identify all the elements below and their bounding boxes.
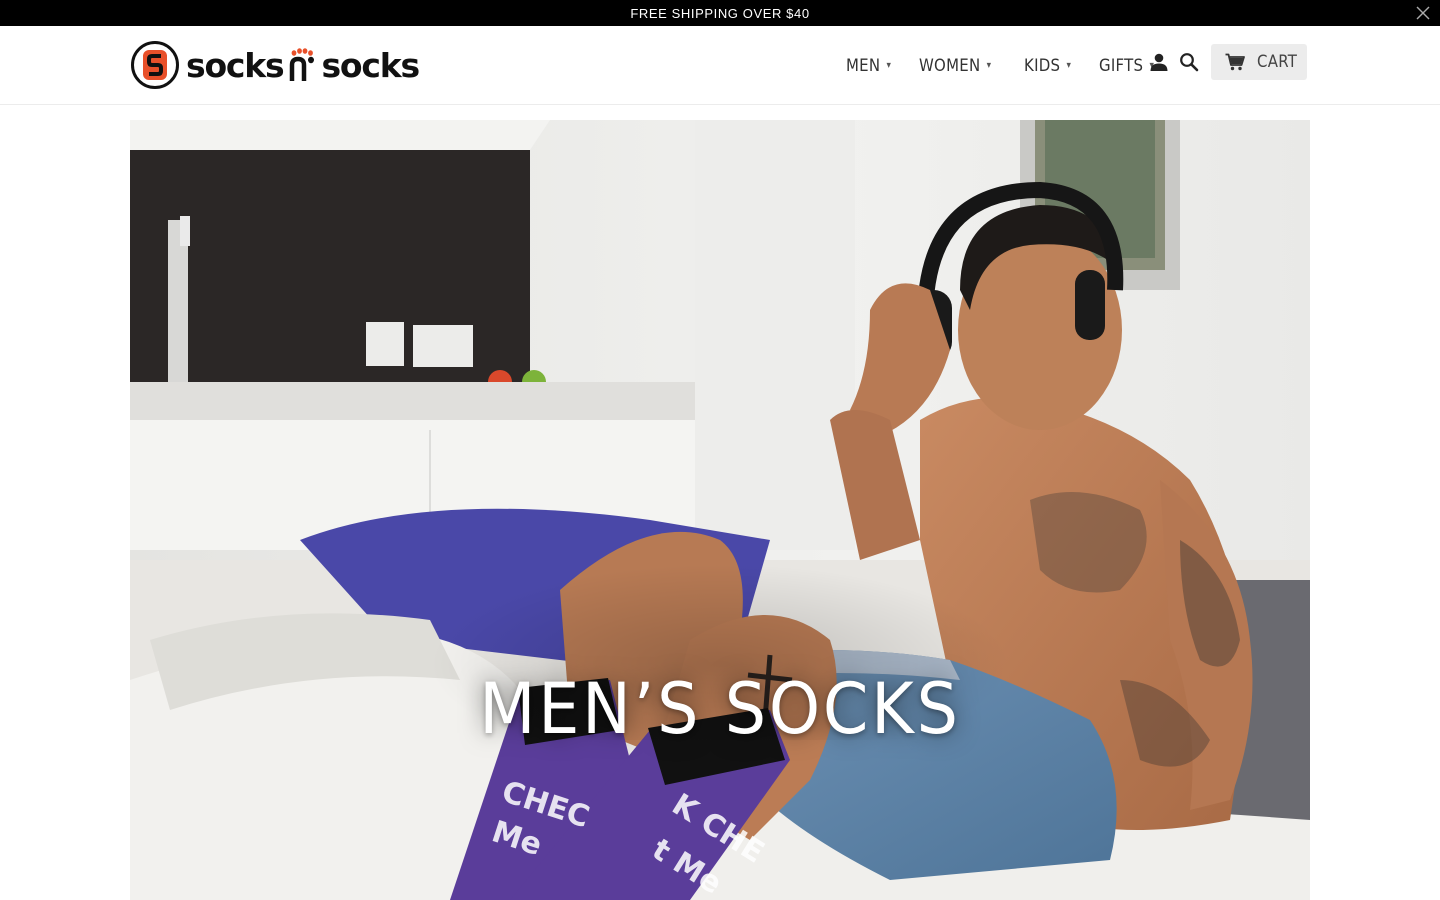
logo-word-right: socks (321, 45, 420, 85)
logo[interactable]: socks socks (130, 40, 420, 90)
cart-button[interactable]: CART (1211, 44, 1307, 80)
hero-title: MEN’S SOCKS (479, 668, 961, 750)
nav-label-women: WOMEN (919, 55, 981, 76)
chevron-down-icon: ▾ (1065, 60, 1071, 71)
nav-label-kids: KIDS (1023, 55, 1060, 76)
nav-item-kids[interactable]: KIDS ▾ (1024, 56, 1071, 76)
user-icon (1150, 53, 1168, 71)
nav-label-gifts: GIFTS (1099, 55, 1144, 76)
chevron-down-icon: ▾ (986, 60, 992, 71)
announcement-bar: FREE SHIPPING OVER $40 (0, 0, 1440, 26)
nav-label-men: MEN (846, 55, 881, 76)
search-button[interactable] (1178, 51, 1200, 73)
socks-logo-icon (131, 41, 179, 89)
site-header: socks socks MEN ▾ WOMEN ▾ KIDS ▾ GIFTS ▾… (0, 26, 1440, 105)
announcement-text: FREE SHIPPING OVER $40 (630, 5, 810, 21)
cart-label: CART (1257, 52, 1298, 72)
nav-item-gifts[interactable]: GIFTS ▾ (1099, 56, 1154, 76)
chevron-down-icon: ▾ (886, 60, 892, 71)
close-icon[interactable] (1414, 4, 1432, 22)
hero-banner[interactable]: CHEC Me K CHE t Me MEN’S SOCKS (130, 120, 1310, 900)
hero-photo: CHEC Me K CHE t Me (130, 120, 1310, 900)
search-icon (1180, 53, 1199, 72)
nav-item-women[interactable]: WOMEN ▾ (919, 56, 991, 76)
main-nav: MEN ▾ WOMEN ▾ KIDS ▾ GIFTS ▾ (846, 26, 1184, 105)
account-button[interactable] (1148, 51, 1170, 73)
cart-icon (1225, 53, 1245, 71)
logo-feet-mark (285, 45, 319, 85)
nav-item-men[interactable]: MEN ▾ (846, 56, 891, 76)
logo-word-left: socks (186, 45, 285, 85)
